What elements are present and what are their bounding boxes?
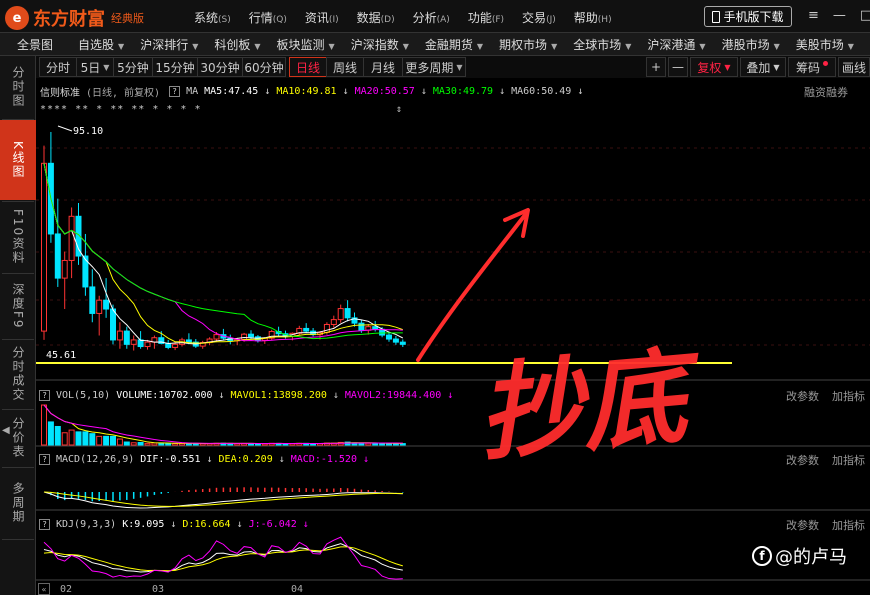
watermark-brand: f @的卢马 <box>752 543 847 569</box>
volume-bar <box>130 442 137 446</box>
kdj-j-line <box>43 536 403 580</box>
candle-body <box>241 333 248 340</box>
candle-body <box>172 343 179 348</box>
brand-name: @的卢马 <box>775 547 847 568</box>
candle-body <box>337 308 344 321</box>
candle-body <box>372 326 379 330</box>
annotation-arrow-shaft <box>416 213 527 362</box>
x-axis-label-feb: 02 <box>60 584 73 595</box>
collapse-handle-icon[interactable]: ◀ <box>2 425 10 441</box>
candle-body <box>213 334 220 340</box>
candle-body <box>248 333 254 338</box>
volume-bar <box>151 442 158 446</box>
volume-bar <box>116 438 123 446</box>
candle-body <box>61 259 68 279</box>
volume-bar <box>110 435 116 446</box>
candle-body <box>399 341 406 345</box>
volume-bar <box>123 441 130 446</box>
low-price-label: 45.61 <box>46 350 76 361</box>
app-window: e 东方财富 经典版 系统(S) 行情(Q) 资讯(I) 数据(D) 分析(A) 功能(F… <box>0 0 870 595</box>
high-price-label: 95.10 <box>73 126 103 137</box>
candle-body <box>165 342 172 348</box>
volume-bar <box>68 429 75 446</box>
volume-bar <box>103 435 110 446</box>
volume-bar <box>144 442 151 446</box>
volume-bar <box>96 435 103 446</box>
volume-bar <box>372 442 379 446</box>
candle-body <box>323 323 330 333</box>
high-pointer <box>57 125 73 132</box>
candle-body <box>41 162 47 332</box>
candle-body <box>103 299 110 310</box>
candle-body <box>392 338 399 343</box>
candle-body <box>358 322 365 331</box>
candle-body <box>89 286 96 314</box>
candle-body <box>54 233 61 279</box>
candle-body <box>344 308 351 319</box>
kline-chart[interactable]: 95.10 45.61 抄底 <box>0 0 870 595</box>
volume-bar <box>137 441 144 446</box>
volume-bar <box>89 433 96 446</box>
candle-body <box>123 330 130 345</box>
candle-body <box>116 330 123 341</box>
annotation-text: 抄底 <box>473 334 708 475</box>
dea-line <box>43 491 403 507</box>
candle-body <box>303 327 310 332</box>
volume-bar <box>82 431 89 446</box>
x-axis-label-apr: 04 <box>291 584 304 595</box>
candle-body <box>130 339 137 345</box>
x-axis-label-mar: 03 <box>152 584 165 595</box>
volume-bar <box>75 431 82 446</box>
candle-body <box>386 334 392 340</box>
candle-body <box>110 308 116 341</box>
volume-bar <box>61 432 68 446</box>
scroll-left-icon[interactable]: « <box>38 583 50 595</box>
volume-bar <box>54 425 61 446</box>
candle-body <box>68 215 75 261</box>
candle-body <box>330 319 337 325</box>
candle-body <box>96 299 103 314</box>
candle-body <box>185 339 192 343</box>
volume-bar <box>47 421 54 446</box>
brand-icon: f <box>752 546 772 566</box>
volume-bar <box>165 442 172 446</box>
volume-bar <box>172 443 179 446</box>
volume-bar <box>41 404 47 446</box>
candle-body <box>144 341 151 348</box>
kdj-d-line <box>43 546 403 572</box>
